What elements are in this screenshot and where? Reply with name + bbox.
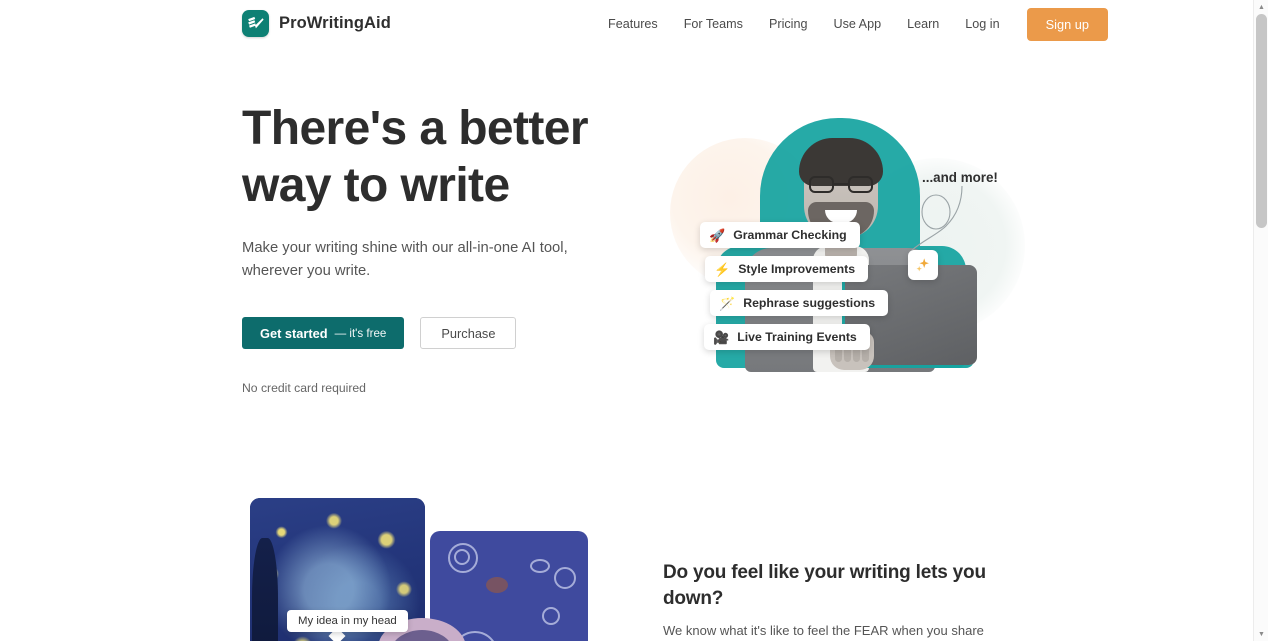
- section-2-title: Do you feel like your writing lets you d…: [663, 562, 986, 609]
- hero-cta-row: Get started — it's free Purchase: [242, 317, 642, 349]
- page-title: There's a better way to write: [242, 100, 642, 214]
- swirl-decoration: [542, 607, 560, 625]
- hero-title-line-2: way to write: [242, 159, 510, 212]
- brand-name: ProWritingAid: [279, 14, 391, 32]
- lightning-icon: ⚡: [714, 261, 731, 277]
- cypress-tree: [252, 538, 278, 641]
- nav-item-features[interactable]: Features: [600, 11, 671, 37]
- feature-pill-live-training-events[interactable]: 🎥 Live Training Events: [704, 324, 870, 350]
- feature-pill-label: Rephrase suggestions: [743, 296, 876, 310]
- swirl-decoration: [554, 567, 576, 589]
- hand-drawn-arrow-icon: [911, 185, 963, 251]
- feature-pill-list: 🚀 Grammar Checking ⚡ Style Improvements …: [680, 222, 889, 358]
- hero-illustration: 🚀 Grammar Checking ⚡ Style Improvements …: [660, 110, 1025, 385]
- book-check-icon: [242, 10, 269, 37]
- nav-item-learn[interactable]: Learn: [894, 11, 952, 37]
- no-credit-card-note: No credit card required: [242, 381, 366, 395]
- get-started-button[interactable]: Get started — it's free: [242, 317, 405, 349]
- nav-item-pricing[interactable]: Pricing: [756, 11, 821, 37]
- scroll-down-icon[interactable]: ▼: [1254, 627, 1268, 641]
- feature-pill-grammar-checking[interactable]: 🚀 Grammar Checking: [700, 222, 860, 248]
- warm-accent-decoration: [486, 577, 508, 593]
- swirl-decoration: [530, 559, 550, 573]
- feature-pill-label: Grammar Checking: [733, 228, 847, 242]
- get-started-sublabel: — it's free: [334, 326, 387, 340]
- section-2-copy: Do you feel like your writing lets you d…: [663, 560, 1023, 641]
- swirl-decoration: [454, 549, 470, 565]
- sign-up-button[interactable]: Sign up: [1026, 7, 1109, 41]
- hero-subtitle: Make your writing shine with our all-in-…: [242, 240, 568, 279]
- and-more-annotation: ...and more!: [922, 170, 998, 185]
- glasses-icon: [809, 176, 873, 193]
- feature-pill-rephrase-suggestions[interactable]: 🪄 Rephrase suggestions: [710, 290, 889, 316]
- main-nav: Features For Teams Pricing Use App Learn…: [600, 0, 1109, 48]
- feature-pill-label: Style Improvements: [738, 262, 856, 276]
- get-started-label: Get started: [260, 325, 328, 341]
- video-camera-icon: 🎥: [713, 329, 730, 345]
- section-2-body: We know what it's like to feel the FEAR …: [663, 623, 984, 638]
- site-header: ProWritingAid Features For Teams Pricing…: [0, 0, 1253, 48]
- feature-pill-label: Live Training Events: [737, 330, 857, 344]
- scrollbar-thumb[interactable]: [1256, 14, 1267, 228]
- nav-item-log-in[interactable]: Log in: [952, 11, 1012, 37]
- nav-item-for-teams[interactable]: For Teams: [671, 11, 756, 37]
- page-viewport: ProWritingAid Features For Teams Pricing…: [0, 0, 1253, 641]
- brand-logo[interactable]: ProWritingAid: [242, 10, 391, 37]
- nav-item-use-app[interactable]: Use App: [820, 11, 894, 37]
- browser-page: ProWritingAid Features For Teams Pricing…: [0, 0, 1268, 641]
- magic-wand-icon: 🪄: [719, 295, 736, 311]
- image-caption: My idea in my head: [287, 610, 408, 632]
- rocket-icon: 🚀: [709, 227, 726, 243]
- vertical-scrollbar[interactable]: ▲ ▼: [1253, 0, 1268, 641]
- scroll-up-icon[interactable]: ▲: [1254, 0, 1268, 14]
- hero-copy: There's a better way to write Make your …: [242, 100, 642, 395]
- simplified-painting-image: [430, 531, 588, 641]
- purchase-button[interactable]: Purchase: [420, 317, 517, 349]
- hero-title-line-1: There's a better: [242, 102, 589, 155]
- feature-pill-style-improvements[interactable]: ⚡ Style Improvements: [705, 256, 869, 282]
